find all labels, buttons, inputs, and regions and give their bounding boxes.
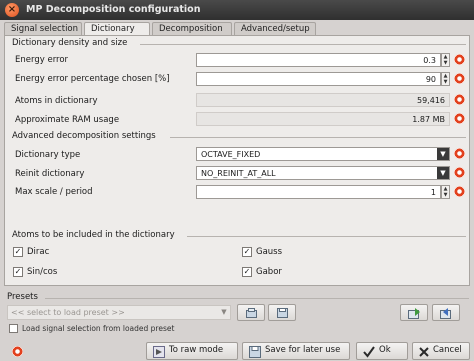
help-icon[interactable] (454, 54, 465, 65)
ok-label: Ok (379, 345, 391, 355)
max-scale-spinner[interactable]: ▲ ▼ (441, 185, 450, 199)
save-later-label: Save for later use (265, 345, 341, 355)
help-icon[interactable] (454, 186, 465, 197)
window-titlebar: × MP Decomposition configuration (0, 0, 474, 20)
tab-signal-selection[interactable]: Signal selection (4, 22, 82, 36)
import-icon (408, 308, 420, 319)
reinit-label: Reinit dictionary (15, 169, 85, 179)
help-icon[interactable] (454, 94, 465, 105)
cancel-icon (419, 347, 429, 357)
ok-button[interactable]: Ok (356, 342, 408, 360)
help-icon[interactable] (454, 167, 465, 178)
raw-mode-icon (153, 346, 165, 358)
help-icon[interactable] (454, 148, 465, 159)
preset-select[interactable]: << select to load preset >> ▼ (7, 305, 231, 320)
help-icon[interactable] (454, 113, 465, 124)
folder-icon (246, 308, 257, 318)
max-scale-label: Max scale / period (15, 187, 93, 197)
help-icon[interactable] (454, 73, 465, 84)
export-preset-button[interactable] (432, 304, 460, 321)
ram-field: 1.87 MB (196, 112, 450, 126)
energy-error-label: Energy error (15, 55, 69, 65)
import-preset-button[interactable] (400, 304, 428, 321)
window-title: MP Decomposition configuration (26, 4, 201, 15)
atoms-value: 59,416 (417, 96, 445, 105)
dirac-checkbox[interactable]: ✓ (13, 247, 23, 257)
dictionary-type-select[interactable]: OCTAVE_FIXED ▼ (196, 147, 450, 161)
sincos-label: Sin/cos (27, 267, 58, 277)
load-signal-checkbox[interactable] (9, 324, 18, 333)
dictionary-type-value: OCTAVE_FIXED (201, 150, 261, 159)
ram-value: 1.87 MB (412, 115, 445, 124)
atoms-label: Atoms in dictionary (15, 96, 98, 106)
dictionary-type-label: Dictionary type (15, 150, 81, 160)
atoms-field: 59,416 (196, 93, 450, 107)
gabor-label: Gabor (256, 267, 282, 277)
save-preset-button[interactable] (268, 304, 296, 321)
gauss-checkbox[interactable]: ✓ (242, 247, 252, 257)
energy-error-field[interactable]: 0.3 (196, 53, 441, 67)
dictionary-panel: Dictionary density and size Energy error… (4, 35, 470, 286)
tab-advanced-setup[interactable]: Advanced/setup (234, 22, 316, 36)
preset-placeholder: << select to load preset >> (11, 308, 125, 317)
tab-decomposition[interactable]: Decomposition (152, 22, 232, 36)
disk-icon (277, 308, 288, 318)
energy-pct-spinner[interactable]: ▲ ▼ (441, 72, 450, 86)
raw-mode-button[interactable]: To raw mode (146, 342, 238, 360)
energy-pct-value: 90 (425, 75, 436, 84)
advanced-section-title: Advanced decomposition settings (12, 131, 156, 141)
cancel-button[interactable]: Cancel (412, 342, 470, 360)
max-scale-field[interactable]: 1 (196, 185, 441, 199)
section-divider (45, 298, 469, 299)
gauss-label: Gauss (256, 247, 283, 257)
chevron-down-icon: ▼ (437, 167, 449, 179)
energy-pct-label: Energy error percentage chosen [%] (15, 74, 170, 84)
chevron-down-icon: ▼ (221, 308, 227, 316)
disk-icon (249, 346, 261, 358)
chevron-down-icon: ▼ (437, 148, 449, 160)
presets-title: Presets (7, 292, 38, 302)
energy-error-value: 0.3 (423, 56, 436, 65)
energy-error-spinner[interactable]: ▲ ▼ (441, 53, 450, 67)
cancel-label: Cancel (433, 345, 462, 355)
check-icon (363, 346, 375, 358)
load-signal-label: Load signal selection from loaded preset (22, 324, 175, 333)
load-preset-button[interactable] (237, 304, 265, 321)
export-icon (440, 308, 451, 319)
density-section-title: Dictionary density and size (12, 38, 128, 48)
dirac-label: Dirac (27, 247, 50, 257)
energy-pct-field[interactable]: 90 (196, 72, 441, 86)
dialog-button-bar: To raw mode Save for later use Ok Cancel (0, 341, 474, 361)
sincos-checkbox[interactable]: ✓ (13, 267, 23, 277)
section-divider (140, 44, 466, 45)
reinit-value: NO_REINIT_AT_ALL (201, 169, 276, 178)
gabor-checkbox[interactable]: ✓ (242, 267, 252, 277)
ram-label: Approximate RAM usage (15, 115, 120, 125)
max-scale-value: 1 (430, 188, 436, 197)
section-divider (187, 236, 466, 237)
raw-mode-label: To raw mode (169, 345, 224, 355)
section-divider (170, 137, 466, 138)
reinit-select[interactable]: NO_REINIT_AT_ALL ▼ (196, 166, 450, 180)
close-icon[interactable]: × (5, 3, 19, 17)
help-icon[interactable] (12, 346, 23, 357)
atoms-section-title: Atoms to be included in the dictionary (12, 230, 175, 240)
save-later-button[interactable]: Save for later use (242, 342, 350, 360)
